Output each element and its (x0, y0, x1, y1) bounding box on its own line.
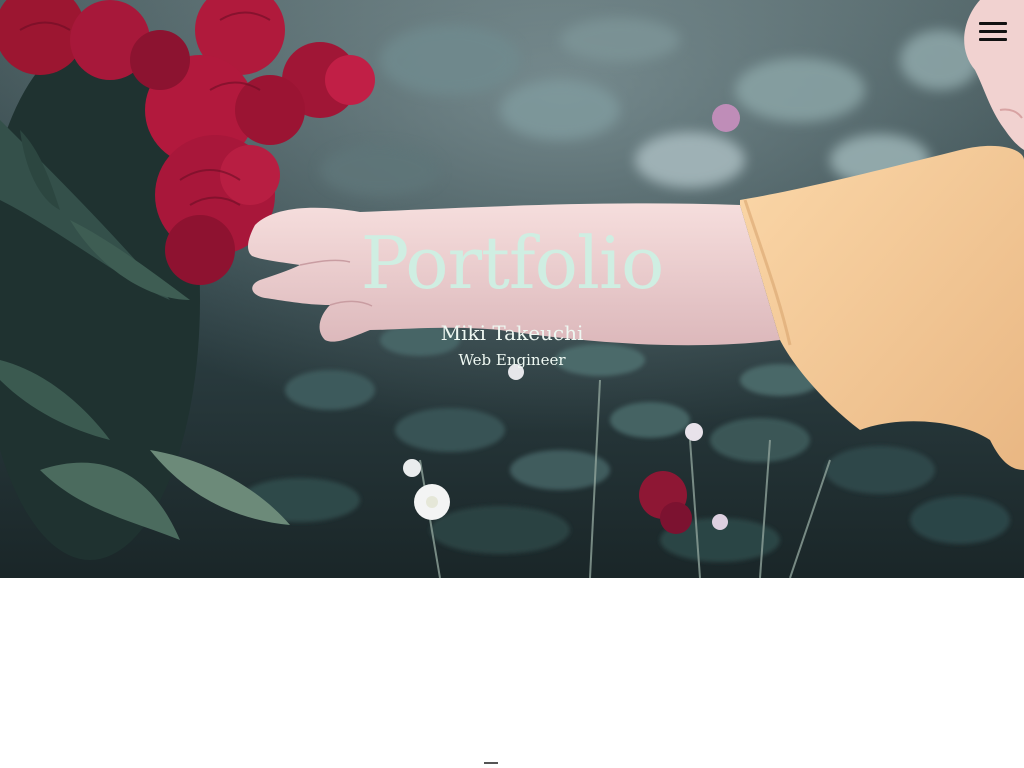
hero-section: Portfolio Miki Takeuchi Web Engineer (0, 0, 1024, 578)
section-heading-fragment (484, 762, 498, 764)
hamburger-menu-icon[interactable] (970, 14, 1016, 50)
content-section (0, 578, 1024, 768)
menu-line-icon (979, 22, 1007, 25)
author-name: Miki Takeuchi (440, 321, 584, 345)
hero-text-block: Portfolio Miki Takeuchi Web Engineer (0, 0, 1024, 578)
page-title: Portfolio (360, 221, 665, 305)
menu-line-icon (979, 38, 1007, 41)
menu-line-icon (979, 30, 1007, 33)
author-role: Web Engineer (458, 351, 566, 369)
